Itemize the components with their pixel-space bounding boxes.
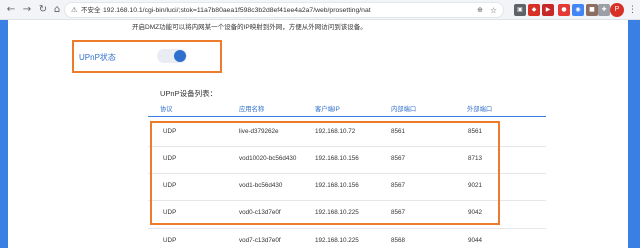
- header-app-name: 应用名称: [239, 106, 265, 113]
- upnp-toggle[interactable]: [157, 49, 187, 63]
- header-internal-port: 内部端口: [391, 106, 417, 113]
- row-divider: [148, 228, 546, 229]
- zoom-icon[interactable]: ⊕: [477, 4, 483, 17]
- upnp-status-label: UPnP状态: [79, 53, 116, 62]
- cell-external-port: 9044: [468, 237, 483, 244]
- security-label[interactable]: 不安全: [81, 4, 101, 17]
- forward-arrow-icon[interactable]: →: [20, 3, 34, 17]
- star-icon[interactable]: ☆: [490, 4, 497, 17]
- cell-protocol: UDP: [163, 237, 177, 244]
- back-arrow-icon[interactable]: ←: [4, 3, 18, 17]
- home-icon[interactable]: ⌂: [50, 3, 64, 17]
- extension-icon[interactable]: ■: [586, 4, 598, 16]
- address-bar[interactable]: ⚠ 不安全 192.168.10.1/cgi-bin/luci/;stok=11…: [64, 2, 504, 18]
- cell-app-name: vod7-c13d7e0f: [239, 237, 281, 244]
- dmz-description: 开启DMZ功能可以将内网某一个设备的IP映射到外网，方便从外网访问到该设备。: [132, 24, 367, 31]
- extension-icon[interactable]: ◆: [528, 4, 540, 16]
- extension-icon[interactable]: ▣: [514, 4, 526, 16]
- header-protocol: 协议: [160, 106, 173, 113]
- more-vert-icon[interactable]: ⋮: [628, 3, 637, 17]
- url-text[interactable]: 192.168.10.1/cgi-bin/luci/;stok=11a7b80a…: [103, 4, 371, 17]
- rows-highlight-box: [150, 121, 500, 225]
- upnp-toggle-knob[interactable]: [174, 50, 186, 62]
- page-frame-right: [628, 20, 640, 248]
- puzzle-icon[interactable]: ✚: [598, 4, 610, 16]
- cell-client-ip: 192.168.10.225: [315, 237, 359, 244]
- header-external-port: 外部端口: [467, 106, 493, 113]
- extension-icon[interactable]: ▶: [542, 4, 554, 16]
- warning-icon[interactable]: ⚠: [71, 4, 77, 17]
- extension-icon[interactable]: ◉: [572, 4, 584, 16]
- reload-icon[interactable]: ↻: [36, 3, 50, 17]
- browser-toolbar: ← → ↻ ⌂ ⚠ 不安全 192.168.10.1/cgi-bin/luci/…: [0, 0, 640, 20]
- cell-internal-port: 8568: [391, 237, 406, 244]
- upnp-list-title: UPnP设备列表：: [160, 89, 218, 98]
- profile-avatar[interactable]: P: [610, 3, 624, 17]
- header-client-ip: 客户端IP: [315, 106, 340, 113]
- page-frame-left: [0, 20, 8, 248]
- header-divider: [148, 116, 546, 117]
- extension-icon[interactable]: ●: [558, 4, 570, 16]
